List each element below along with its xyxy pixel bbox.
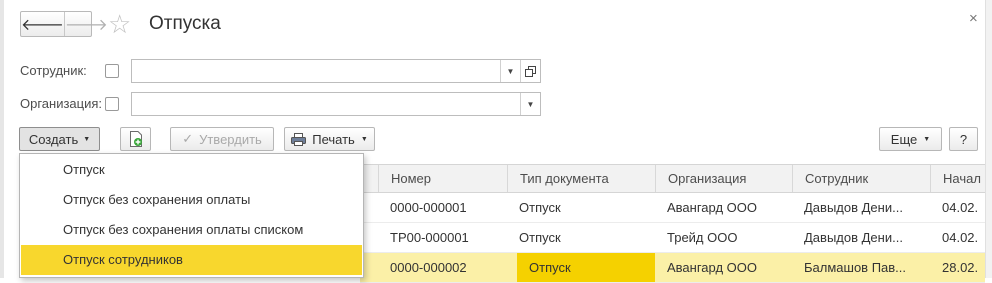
printer-icon [291,132,307,146]
right-scrollbar[interactable] [985,0,992,278]
back-button[interactable]: 🡐 [21,12,64,36]
menu-item-unpaid-vacation[interactable]: Отпуск без сохранения оплаты [21,185,362,215]
help-button-label: ? [959,131,968,147]
left-edge [0,0,4,278]
menu-item-employees-vacation[interactable]: Отпуск сотрудников [21,245,362,275]
cell-organization: Авангард ООО [667,200,757,215]
arrow-right-icon: 🡒 [64,16,108,34]
help-button[interactable]: ? [949,127,978,151]
table-row[interactable]: 0000-000001 Отпуск Авангард ООО Давыдов … [360,193,985,223]
chevron-down-icon: ▼ [360,135,368,143]
column-header-start[interactable]: Начал [930,165,985,192]
approve-button-label: Утвердить [199,131,262,147]
column-header-organization[interactable]: Организация [655,165,792,192]
add-copy-button[interactable] [120,127,151,151]
print-button[interactable]: Печать ▼ [284,127,375,151]
cell-doc-type: Отпуск [519,230,561,245]
organization-label: Организация: [20,96,103,111]
chevron-down-icon: ▼ [506,66,515,76]
cell-organization: Трейд ООО [667,230,738,245]
column-header-doc-type[interactable]: Тип документа [507,165,655,192]
employee-field[interactable]: ▼ [131,59,541,83]
create-button-label: Создать [28,131,79,147]
favorite-star-icon[interactable]: ☆ [108,9,131,39]
cell-start: 04.02. [942,200,979,215]
arrow-left-icon: 🡐 [21,16,64,34]
organization-checkbox[interactable] [105,97,119,111]
cell-employee: Давыдов Дени... [804,200,903,215]
cell-doc-type: Отпуск [519,200,561,215]
employee-value [132,60,500,82]
organization-field[interactable]: ▼ [131,92,541,116]
more-button[interactable]: Еще ▼ [879,127,942,151]
menu-item-vacation[interactable]: Отпуск [21,155,362,185]
open-window-icon [525,65,536,77]
menu-item-unpaid-vacation-list[interactable]: Отпуск без сохранения оплаты списком [21,215,362,245]
employee-dropdown-button[interactable]: ▼ [500,60,520,82]
table-row[interactable]: ТР00-000001 Отпуск Трейд ООО Давыдов Ден… [360,223,985,253]
cell-start: 04.02. [942,230,979,245]
employee-open-button[interactable] [520,60,540,82]
create-button[interactable]: Создать ▼ [19,127,100,151]
employee-label: Сотрудник: [20,63,87,78]
nav-buttons: 🡐 🡒 [20,11,108,37]
page-title: Отпуска [149,13,221,34]
chevron-down-icon: ▼ [526,99,535,109]
print-button-label: Печать [312,131,355,147]
employee-checkbox[interactable] [105,64,119,78]
new-document-icon [129,131,142,147]
column-header-employee[interactable]: Сотрудник [792,165,930,192]
cell-employee: Давыдов Дени... [804,230,903,245]
create-dropdown-menu: Отпуск Отпуск без сохранения оплаты Отпу… [19,153,364,278]
approve-button[interactable]: ✓ Утвердить [170,127,274,151]
organization-dropdown-button[interactable]: ▼ [520,93,540,115]
column-header-number[interactable]: Номер [378,165,507,192]
chevron-down-icon: ▼ [923,135,931,143]
more-button-label: Еще [890,131,918,147]
chevron-down-icon: ▼ [83,135,91,143]
checkmark-icon: ✓ [182,131,194,146]
cell-number: ТР00-000001 [390,230,469,245]
cell-number: 0000-000001 [390,200,467,215]
forward-button[interactable]: 🡒 [63,12,108,36]
close-icon[interactable]: × [969,10,978,27]
organization-value [132,93,520,115]
table-row-selected[interactable]: 0000-000002 Отпуск Авангард ООО Балмашов… [360,253,985,283]
